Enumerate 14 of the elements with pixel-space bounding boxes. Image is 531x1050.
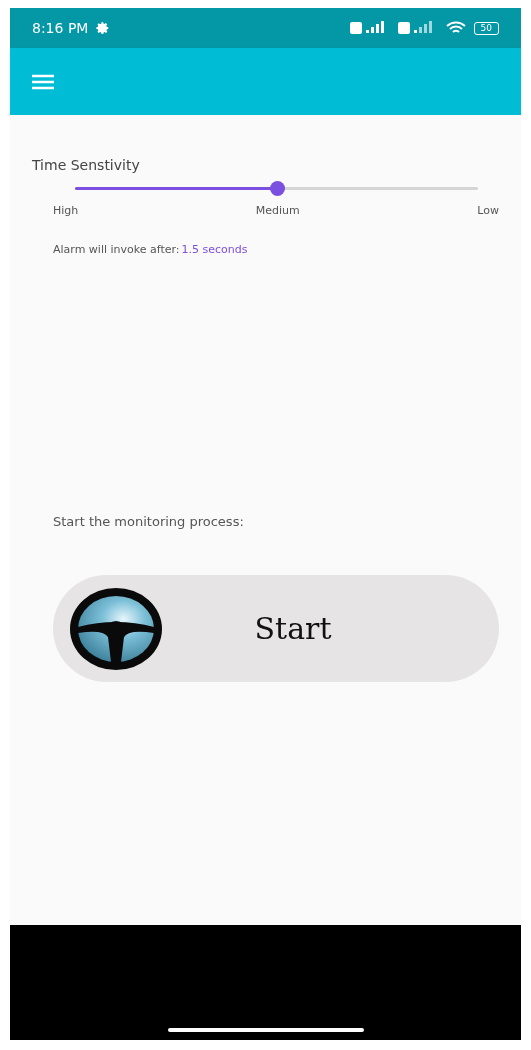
slider-thumb[interactable] (269, 181, 285, 196)
gear-icon (96, 21, 111, 35)
slider-label: High (53, 204, 79, 217)
alarm-value: 1.5 seconds (181, 243, 248, 256)
steering-wheel-icon (69, 586, 163, 671)
slider-title: Time Senstivity (32, 157, 141, 173)
battery-level: 50 (473, 21, 499, 35)
wifi-icon (445, 21, 466, 35)
start-button[interactable]: Start (53, 575, 499, 682)
slider-label: Low (477, 204, 499, 217)
monitoring-prompt: Start the monitoring process: (52, 514, 245, 529)
status-time: 8:16 PM (32, 20, 89, 36)
alarm-label: Alarm will invoke after: (53, 243, 180, 256)
slider-label: Medium (255, 204, 300, 217)
